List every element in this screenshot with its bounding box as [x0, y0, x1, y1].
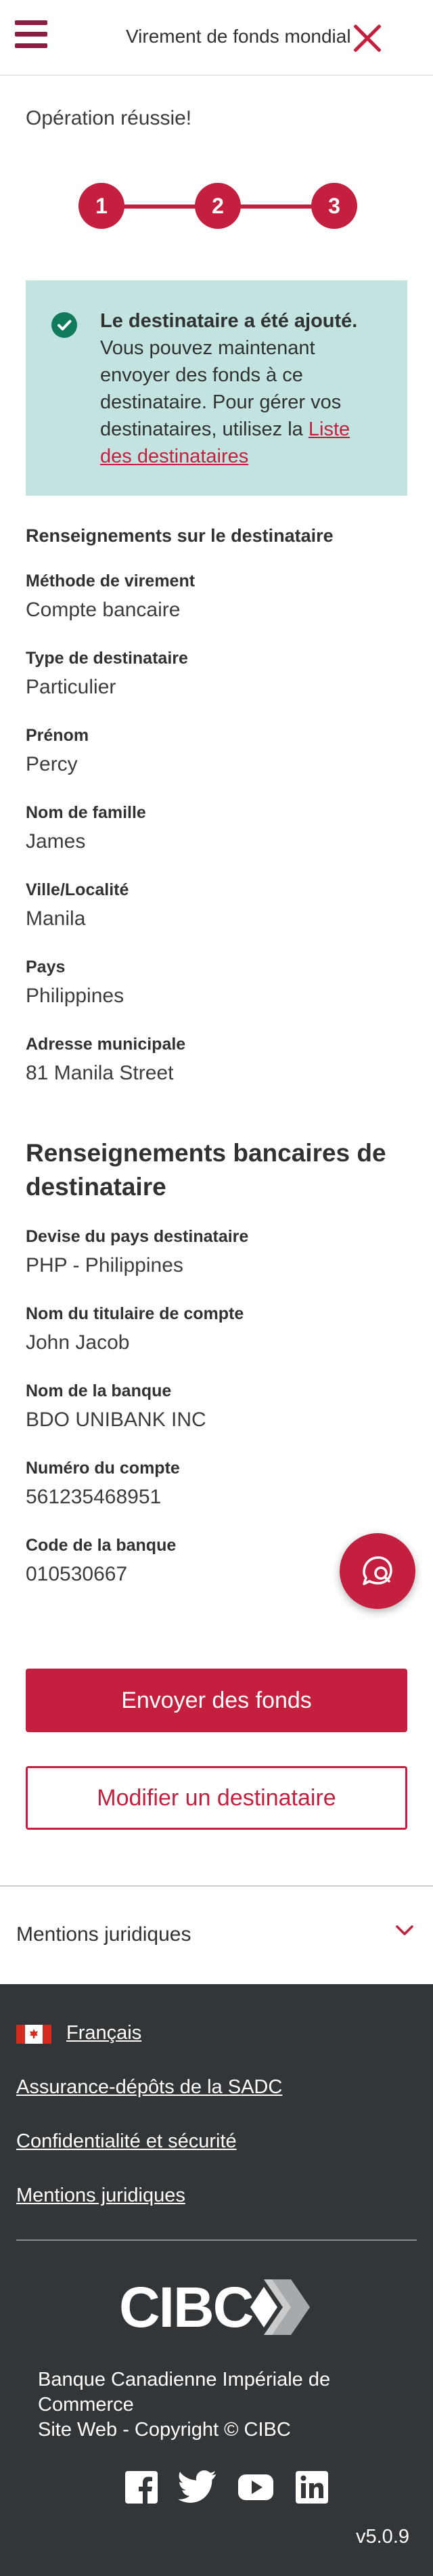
canada-flag-icon: [16, 2025, 51, 2044]
linkedin-icon[interactable]: [295, 2470, 329, 2504]
field-value: Particulier: [26, 676, 116, 698]
success-notice: Le destinataire a été ajouté. Vous pouve…: [26, 280, 407, 496]
chevron-down-icon: [396, 1925, 413, 1935]
field-value: James: [26, 830, 86, 853]
chat-icon: [363, 1556, 392, 1585]
field-value: Philippines: [26, 985, 124, 1007]
footer-divider: [16, 2239, 417, 2241]
notice-text: Le destinataire a été ajouté. Vous pouve…: [100, 307, 384, 470]
copyright: Site Web - Copyright © CIBC: [38, 2419, 291, 2441]
language-link[interactable]: Français: [66, 2022, 141, 2044]
site-footer: Français Assurance-dépôts de la SADC Con…: [0, 1984, 433, 2576]
youtube-icon[interactable]: [237, 2470, 275, 2504]
cibc-logo: CIBC: [119, 2277, 315, 2338]
notice-body: Vous pouvez maintenant envoyer des fonds…: [100, 337, 342, 440]
field-value: Compte bancaire: [26, 599, 181, 621]
legal-accordion[interactable]: Mentions juridiques: [0, 1885, 433, 1984]
field-label: Méthode de virement: [26, 572, 196, 591]
legal-accordion-label: Mentions juridiques: [16, 1923, 191, 1946]
field-label: Type de destinataire: [26, 649, 188, 668]
field-value: 81 Manila Street: [26, 1062, 174, 1084]
field-label: Ville/Localité: [26, 880, 129, 899]
step-3: 3: [311, 183, 357, 229]
progress-stepper: 1 2 3: [78, 183, 357, 230]
app-version: v5.0.9: [356, 2526, 409, 2548]
notice-title: Le destinataire a été ajouté.: [100, 310, 358, 332]
field-label: Code de la banque: [26, 1536, 177, 1555]
field-value: 561235468951: [26, 1486, 162, 1508]
page-title: Virement de fonds mondial: [126, 26, 351, 47]
field-label: Numéro du compte: [26, 1459, 180, 1478]
twitter-icon[interactable]: [177, 2470, 218, 2504]
facebook-icon[interactable]: [124, 2470, 158, 2504]
footer-link-legal[interactable]: Mentions juridiques: [16, 2185, 185, 2207]
bank-section-heading: Renseignements bancaires de destinataire: [26, 1139, 386, 1201]
field-label: Nom de la banque: [26, 1381, 172, 1400]
field-label: Pays: [26, 958, 66, 976]
check-circle-icon: [51, 312, 77, 338]
chat-button[interactable]: [340, 1533, 415, 1609]
hamburger-menu-icon[interactable]: [15, 20, 50, 50]
footer-link-privacy[interactable]: Confidentialité et sécurité: [16, 2130, 237, 2153]
field-value: 010530667: [26, 1563, 128, 1585]
cibc-logo-text: CIBC: [119, 2275, 254, 2339]
field-label: Nom du titulaire de compte: [26, 1304, 244, 1323]
close-icon[interactable]: [352, 23, 383, 54]
edit-recipient-button[interactable]: Modifier un destinataire: [26, 1766, 407, 1830]
field-label: Nom de famille: [26, 803, 146, 822]
field-value: Percy: [26, 753, 78, 775]
footer-info: Banque Canadienne Impériale de Commerce …: [38, 2367, 403, 2443]
field-value: BDO UNIBANK INC: [26, 1409, 206, 1431]
success-message: Opération réussie!: [26, 107, 192, 129]
field-value: John Jacob: [26, 1331, 130, 1354]
send-funds-button[interactable]: Envoyer des fonds: [26, 1669, 407, 1732]
field-label: Prénom: [26, 726, 89, 745]
field-label: Devise du pays destinataire: [26, 1227, 249, 1246]
field-value: Manila: [26, 907, 86, 930]
app-header: Virement de fonds mondial: [0, 0, 433, 76]
field-value: PHP - Philippines: [26, 1254, 183, 1276]
cibc-diamond-icon: [250, 2279, 310, 2335]
bank-name: Banque Canadienne Impériale de Commerce: [38, 2369, 331, 2416]
recipient-section-heading: Renseignements sur le destinataire: [26, 525, 334, 546]
step-2: 2: [195, 183, 241, 229]
field-label: Adresse municipale: [26, 1035, 186, 1054]
step-1: 1: [78, 183, 124, 229]
footer-link-cdic[interactable]: Assurance-dépôts de la SADC: [16, 2076, 282, 2099]
